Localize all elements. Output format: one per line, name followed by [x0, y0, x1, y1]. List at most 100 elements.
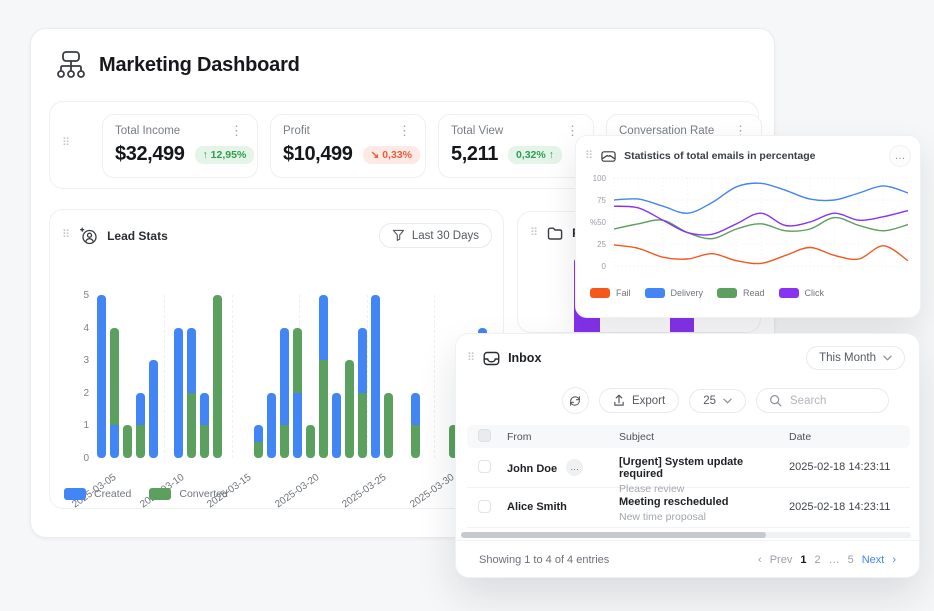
- legend-chip: [717, 288, 737, 298]
- row-checkbox[interactable]: [478, 460, 491, 473]
- horizontal-scrollbar: [461, 532, 911, 538]
- period-filter-button[interactable]: This Month: [806, 346, 905, 370]
- pagination-page-2[interactable]: 2: [814, 554, 820, 566]
- search-box: [756, 388, 889, 413]
- entries-summary: Showing 1 to 4 of 4 entries: [479, 554, 609, 566]
- page-size-select[interactable]: 25: [689, 389, 746, 413]
- x-axis-tick-label: 2025-03-25: [340, 472, 388, 510]
- lead-stats-legend: Created Converted: [64, 488, 228, 500]
- svg-text:25: 25: [597, 240, 606, 249]
- legend-chip: [590, 288, 610, 298]
- search-icon: [769, 394, 782, 407]
- gridline: [164, 295, 165, 458]
- inbox-toolbar: Export 25: [562, 387, 889, 414]
- bar-segment-converted: [306, 425, 315, 458]
- y-axis-tick-label: 4: [67, 323, 89, 334]
- bar-segment-converted: [200, 425, 209, 458]
- legend-chip: [645, 288, 665, 298]
- trend-badge: ↘ 0,33%: [363, 146, 421, 164]
- bar-segment-converted: [319, 360, 328, 458]
- bar-segment-converted: [187, 393, 196, 458]
- bar-segment-created: [319, 295, 328, 360]
- bar-segment-created: [174, 328, 183, 458]
- y-axis-tick-label: 3: [67, 355, 89, 366]
- date-cell: 2025-02-18 14:23:11: [789, 496, 910, 513]
- bar-segment-converted: [136, 425, 145, 458]
- drag-handle-icon[interactable]: ⠿: [62, 230, 70, 241]
- search-input[interactable]: [790, 395, 875, 407]
- funnel-icon: [392, 229, 405, 242]
- kebab-menu-icon[interactable]: ⋮: [564, 124, 581, 137]
- pagination-page-5[interactable]: 5: [848, 554, 854, 566]
- stat-card-profit: Profit ⋮ $10,499 ↘ 0,33%: [270, 114, 426, 178]
- from-cell: Alice Smith: [507, 496, 619, 513]
- bar-segment-converted: [293, 328, 302, 393]
- export-label: Export: [632, 395, 665, 407]
- drag-handle-icon[interactable]: ⠿: [585, 151, 593, 162]
- bar-segment-created: [411, 393, 420, 426]
- kebab-menu-icon[interactable]: ⋮: [396, 124, 413, 137]
- export-button[interactable]: Export: [599, 388, 679, 413]
- email-stats-legend: FailDeliveryReadClick: [590, 288, 824, 298]
- pagination-page-1[interactable]: 1: [800, 554, 806, 566]
- trend-badge: 0,32% ↑: [508, 146, 562, 164]
- legend-label: Created: [94, 488, 131, 500]
- column-header-date: Date: [789, 431, 910, 443]
- svg-text:50: 50: [597, 218, 606, 227]
- page: Marketing Dashboard ⠿ Total Income ⋮ $32…: [0, 0, 934, 611]
- row-checkbox-cell: [467, 456, 507, 476]
- row-checkbox[interactable]: [478, 500, 491, 513]
- sender-name: John Doe: [507, 458, 557, 475]
- y-axis-tick-label: 2: [67, 388, 89, 399]
- email-stats-title: Statistics of total emails in percentage: [624, 150, 815, 162]
- drag-handle-icon[interactable]: ⠿: [530, 228, 538, 239]
- kebab-menu-icon[interactable]: ⋮: [228, 124, 245, 137]
- pagination-prev[interactable]: Prev: [770, 554, 793, 566]
- subject-preview: Please review: [619, 483, 789, 495]
- legend-item-click: Click: [779, 288, 825, 298]
- lead-stats-card: ⠿ Lead Stats Last 30 Days: [49, 209, 504, 509]
- bar-segment-created: [371, 295, 380, 458]
- svg-text:%: %: [590, 218, 597, 227]
- table-row[interactable]: John Doe…[Urgent] System update required…: [467, 448, 910, 488]
- legend-item-converted: Converted: [149, 488, 227, 500]
- bar-segment-created: [110, 425, 119, 458]
- select-all-checkbox[interactable]: [478, 429, 491, 442]
- stat-card-total-income: Total Income ⋮ $32,499 ↑ 12,95%: [102, 114, 258, 178]
- stat-label: Total View: [451, 125, 503, 137]
- pagination: ‹Prev12…5Next›: [758, 554, 896, 566]
- trend-badge: ↑ 12,95%: [195, 146, 255, 164]
- x-axis-tick-label: 2025-03-20: [273, 472, 321, 510]
- stat-value: $32,499: [115, 143, 185, 166]
- gridline: [232, 295, 233, 458]
- refresh-button[interactable]: [562, 387, 589, 414]
- bar-segment-converted: [345, 360, 354, 458]
- date-range-filter-label: Last 30 Days: [412, 230, 479, 242]
- sender-name: Alice Smith: [507, 496, 567, 513]
- more-options-button[interactable]: …: [889, 145, 911, 167]
- stat-label: Profit: [283, 125, 310, 137]
- page-title: Marketing Dashboard: [99, 54, 300, 77]
- pagination-next[interactable]: Next: [862, 554, 885, 566]
- legend-label: Converted: [179, 488, 227, 500]
- inbox-table: From Subject Date John Doe…[Urgent] Syst…: [467, 425, 910, 528]
- stat-card-total-view: Total View ⋮ 5,211 0,32% ↑: [438, 114, 594, 178]
- legend-item-fail: Fail: [590, 288, 631, 298]
- row-menu-button[interactable]: …: [566, 459, 583, 476]
- date-range-filter-button[interactable]: Last 30 Days: [380, 224, 491, 247]
- pagination-next-chevron-icon[interactable]: ›: [892, 554, 896, 566]
- svg-text:100: 100: [593, 174, 607, 183]
- row-checkbox-cell: [467, 496, 507, 516]
- y-axis-tick-label: 1: [67, 420, 89, 431]
- scrollbar-thumb[interactable]: [461, 532, 766, 538]
- pagination-prev-chevron-icon[interactable]: ‹: [758, 554, 762, 566]
- email-stats-card: ⠿ Statistics of total emails in percenta…: [575, 135, 921, 318]
- legend-label: Fail: [616, 288, 631, 298]
- drag-handle-icon[interactable]: ⠿: [467, 353, 475, 364]
- inbox-card: ⠿ Inbox This Month: [455, 333, 920, 578]
- drag-handle-icon[interactable]: ⠿: [62, 138, 70, 149]
- bar-segment-created: [358, 328, 367, 393]
- stat-label: Total Income: [115, 125, 180, 137]
- bar-segment-created: [149, 360, 158, 458]
- period-filter-label: This Month: [819, 352, 876, 364]
